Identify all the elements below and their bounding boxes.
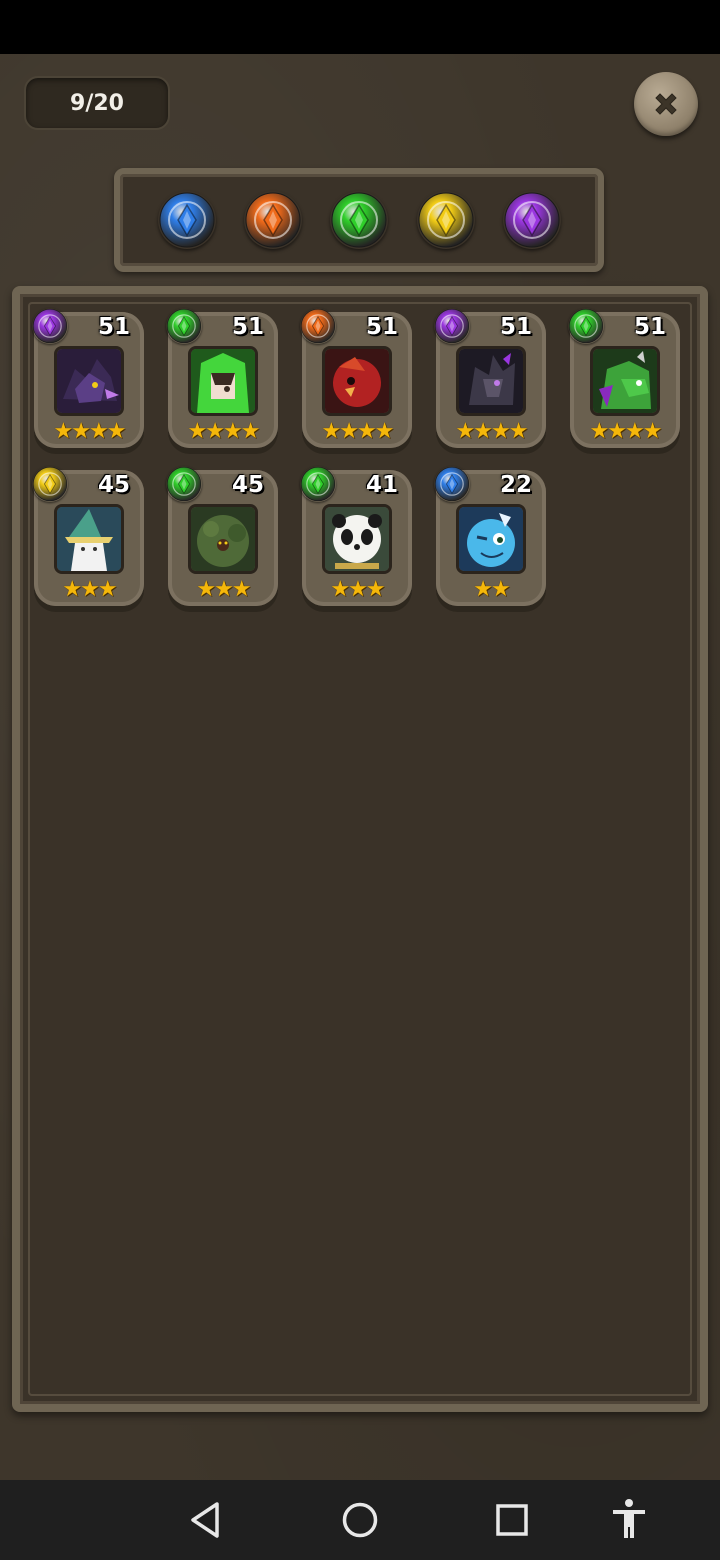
monster-card[interactable]: 51 ★★★★: [434, 308, 546, 448]
monster-level: 51: [97, 314, 130, 340]
blue-dino-portrait: [456, 504, 526, 574]
dark-element-icon: [434, 308, 470, 344]
monster-list-panel: [12, 286, 708, 1412]
light-element-icon: [32, 466, 68, 502]
monster-card[interactable]: 51 ★★★★: [166, 308, 278, 448]
fire-element-icon: [300, 308, 336, 344]
white-wizard-portrait: [54, 504, 124, 574]
dark-dragon-portrait: [456, 346, 526, 416]
monster-level: 41: [365, 472, 398, 498]
orange-element-orb-icon[interactable]: [244, 191, 302, 249]
blue-element-orb-icon[interactable]: [158, 191, 216, 249]
monster-card[interactable]: 51 ★★★★: [32, 308, 144, 448]
water-element-icon: [434, 466, 470, 502]
close-button[interactable]: [634, 72, 698, 136]
monster-count-badge: 9/20: [24, 76, 170, 130]
element-filter-bar: [114, 168, 604, 272]
nature-element-icon: [166, 466, 202, 502]
monster-card[interactable]: 51 ★★★★: [300, 308, 412, 448]
monster-level: 51: [231, 314, 264, 340]
nature-element-icon: [166, 308, 202, 344]
green-element-orb-icon[interactable]: [330, 191, 388, 249]
back-triangle-icon[interactable]: [184, 1498, 228, 1542]
recents-square-icon[interactable]: [490, 1498, 534, 1542]
purple-element-orb-icon[interactable]: [503, 191, 561, 249]
yellow-element-orb-icon[interactable]: [417, 191, 475, 249]
green-dragon-portrait: [590, 346, 660, 416]
tree-beast-portrait: [188, 504, 258, 574]
system-navigation-bar: [0, 1480, 720, 1560]
monster-card[interactable]: 22 ★★: [434, 466, 546, 606]
monster-level: 22: [499, 472, 532, 498]
purple-dragon-portrait: [54, 346, 124, 416]
monster-card[interactable]: 45 ★★★: [166, 466, 278, 606]
monster-count-text: 9/20: [70, 90, 124, 116]
star-rating: ★★★: [196, 577, 251, 602]
accessibility-person-icon[interactable]: [607, 1498, 651, 1542]
star-rating: ★★★: [62, 577, 117, 602]
monster-card[interactable]: 45 ★★★: [32, 466, 144, 606]
panda-portrait: [322, 504, 392, 574]
star-rating: ★★: [473, 577, 510, 602]
green-hooded-girl-portrait: [188, 346, 258, 416]
panel-inner-border: [28, 302, 692, 1396]
star-rating: ★★★★: [589, 419, 663, 444]
close-icon: [655, 93, 677, 115]
star-rating: ★★★★: [455, 419, 529, 444]
nature-element-icon: [568, 308, 604, 344]
monster-card[interactable]: 41 ★★★: [300, 466, 412, 606]
nature-element-icon: [300, 466, 336, 502]
star-rating: ★★★★: [321, 419, 395, 444]
status-bar: [0, 0, 720, 54]
monster-card[interactable]: 51 ★★★★: [568, 308, 680, 448]
red-bird-portrait: [322, 346, 392, 416]
star-rating: ★★★★: [187, 419, 261, 444]
dark-element-icon: [32, 308, 68, 344]
monster-level: 51: [633, 314, 666, 340]
monster-level: 45: [231, 472, 264, 498]
star-rating: ★★★: [330, 577, 385, 602]
monster-level: 51: [365, 314, 398, 340]
monster-level: 45: [97, 472, 130, 498]
home-circle-icon[interactable]: [338, 1498, 382, 1542]
star-rating: ★★★★: [53, 419, 127, 444]
monster-level: 51: [499, 314, 532, 340]
